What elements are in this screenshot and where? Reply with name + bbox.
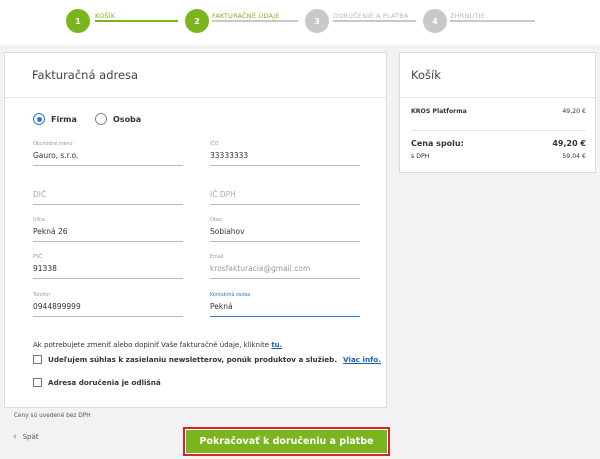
different-delivery-label[interactable]: Adresa doručenia je odlišná [48, 378, 161, 387]
different-delivery-checkbox[interactable] [33, 377, 42, 387]
newsletter-label[interactable]: Udeľujem súhlas k zasielaniu newslettero… [48, 355, 337, 364]
ic-dph-field[interactable]: IČ DPH [210, 181, 360, 205]
radio-person-label: Osoba [113, 114, 142, 124]
newsletter-checkbox[interactable] [33, 354, 42, 364]
company-name-value[interactable]: Gauro, s.r.o. [33, 151, 78, 160]
radio-person-indicator[interactable] [95, 113, 107, 125]
radio-company[interactable]: Firma [33, 112, 77, 126]
zip-field[interactable]: PSČ 91338 [33, 255, 183, 279]
step-4-circle: 4 [423, 9, 447, 33]
step-2-number: 2 [194, 16, 200, 26]
chevron-left-icon: ‹ [13, 432, 17, 442]
more-info-link[interactable]: Viac info. [343, 355, 381, 364]
step-4-number: 4 [432, 16, 438, 26]
checkout-stepper: 1 KOŠÍK 2 FAKTURAČNÉ ÚDAJE 3 DORUČENIE A… [0, 0, 600, 45]
billing-title-divider [5, 97, 386, 98]
city-label: Obec [210, 218, 223, 223]
phone-label: Telefón [33, 293, 51, 298]
step-4-label: ZHRNUTIE [450, 12, 486, 20]
step-3-label: DORUČENIE A PLATBA [333, 12, 409, 20]
step-1-number: 1 [75, 16, 81, 26]
ico-underline [210, 165, 360, 166]
street-value[interactable]: Pekná 26 [33, 227, 68, 236]
cart-title-divider [400, 97, 595, 98]
cart-item-name: KROS Platforma [411, 108, 467, 115]
cart-title: Košík [411, 68, 441, 82]
dic-placeholder[interactable]: DIČ [33, 190, 46, 199]
different-delivery-address[interactable]: Adresa doručenia je odlišná [33, 376, 161, 388]
billing-title: Fakturačná adresa [32, 68, 139, 82]
cart-items-divider [411, 130, 586, 131]
email-value[interactable]: krosfakturacia@gmail.com [210, 264, 310, 273]
cart-total-label: Cena spolu: [411, 139, 464, 148]
billing-info-link[interactable]: tu. [271, 341, 282, 349]
ico-label: IČO [210, 142, 219, 147]
step-2-label: FAKTURAČNÉ ÚDAJE [212, 12, 280, 20]
newsletter-consent[interactable]: Udeľujem súhlas k zasielaniu newslettero… [33, 353, 381, 365]
prices-note: Ceny sú uvedené bez DPH [14, 413, 91, 419]
cart-vat-value: 59,04 € [562, 153, 586, 160]
step-1-circle[interactable]: 1 [66, 9, 90, 33]
zip-label: PSČ [33, 255, 43, 260]
billing-info-message: Ak potrebujete zmeniť alebo doplniť Vaše… [33, 341, 270, 349]
email-label: Email [210, 255, 224, 260]
city-underline [210, 241, 360, 242]
street-field[interactable]: Ulica Pekná 26 [33, 218, 183, 242]
step-2-progress-line [212, 20, 298, 22]
contact-person-value[interactable]: Pekná [210, 302, 233, 311]
contact-person-label: Kontaktná osoba [210, 293, 251, 298]
step-3-number: 3 [314, 16, 320, 26]
step-4-progress-line [450, 20, 535, 22]
street-underline [33, 241, 183, 242]
radio-company-indicator[interactable] [33, 113, 45, 125]
phone-value[interactable]: 0944899999 [33, 302, 81, 311]
email-underline [210, 278, 360, 279]
ic-dph-placeholder[interactable]: IČ DPH [210, 190, 236, 199]
company-name-label: Obchodné meno [33, 142, 73, 147]
company-name-underline [33, 165, 183, 166]
street-label: Ulica [33, 218, 45, 223]
phone-underline [33, 316, 183, 317]
back-label[interactable]: Späť [23, 433, 39, 441]
step-3-progress-line [333, 20, 416, 22]
dic-underline [33, 204, 183, 205]
radio-person[interactable]: Osoba [95, 112, 141, 126]
zip-value[interactable]: 91338 [33, 264, 57, 273]
continue-button-label[interactable]: Pokračovať k doručeniu a platbe [186, 430, 387, 453]
cart-item-price: 49,20 € [562, 108, 586, 115]
radio-company-label: Firma [51, 114, 77, 124]
ic-dph-underline [210, 204, 360, 205]
ico-value[interactable]: 33333333 [210, 151, 248, 160]
email-field[interactable]: Email krosfakturacia@gmail.com [210, 255, 360, 279]
contact-person-field[interactable]: Kontaktná osoba Pekná [210, 293, 360, 317]
step-1-label[interactable]: KOŠÍK [95, 12, 115, 20]
ico-field[interactable]: IČO 33333333 [210, 142, 360, 166]
contact-person-underline [210, 315, 360, 317]
company-name-field[interactable]: Obchodné meno Gauro, s.r.o. [33, 142, 183, 166]
step-1-progress-line [95, 20, 178, 22]
step-3-circle: 3 [305, 9, 329, 33]
back-link[interactable]: ‹ Späť [13, 432, 39, 442]
cart-vat-label: s DPH [411, 153, 430, 160]
step-2-circle: 2 [185, 9, 209, 33]
phone-field[interactable]: Telefón 0944899999 [33, 293, 183, 317]
zip-underline [33, 278, 183, 279]
billing-info-text: Ak potrebujete zmeniť alebo doplniť Vaše… [33, 341, 282, 349]
cart-total-value: 49,20 € [552, 139, 586, 148]
continue-button[interactable]: Pokračovať k doručeniu a platbe [183, 427, 390, 456]
city-value[interactable]: Sobiahov [210, 227, 245, 236]
city-field[interactable]: Obec Sobiahov [210, 218, 360, 242]
dic-field[interactable]: DIČ [33, 181, 183, 205]
